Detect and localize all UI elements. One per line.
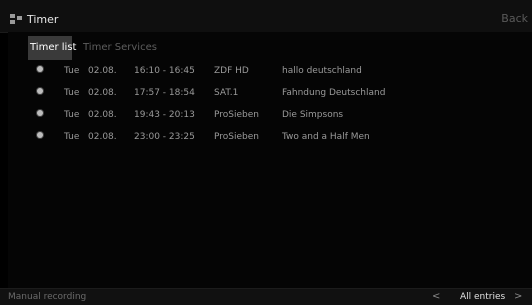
timer-day: Tue (64, 88, 80, 98)
title-bar: Timer Back (0, 0, 532, 33)
timer-channel: ZDF HD (214, 66, 249, 76)
timer-date: 02.08. (88, 66, 117, 76)
timer-channel: ProSieben (214, 110, 259, 120)
manual-recording-button[interactable]: Manual recording (8, 292, 86, 302)
bottom-bar: Manual recording < All entries > (0, 288, 532, 305)
timer-panel: Timer list Timer Services Tue 02.08. 16:… (8, 32, 532, 289)
timer-time: 16:10 - 16:45 (134, 66, 195, 76)
timer-date: 02.08. (88, 88, 117, 98)
timer-day: Tue (64, 132, 80, 142)
grid-icon (10, 14, 22, 24)
back-button[interactable]: Back (501, 12, 528, 25)
timer-row[interactable]: Tue 02.08. 16:10 - 16:45 ZDF HD hallo de… (8, 66, 532, 80)
record-dot-icon (37, 132, 43, 138)
timer-title: Die Simpsons (282, 110, 344, 120)
record-dot-icon (37, 66, 43, 72)
timer-date: 02.08. (88, 132, 117, 142)
timer-title: Fahndung Deutschland (282, 88, 386, 98)
record-dot-icon (37, 88, 43, 94)
timer-channel: ProSieben (214, 132, 259, 142)
timer-title: Two and a Half Men (282, 132, 370, 142)
timer-row[interactable]: Tue 02.08. 17:57 - 18:54 SAT.1 Fahndung … (8, 88, 532, 102)
chevron-right-icon[interactable]: > (514, 291, 522, 302)
timer-time: 23:00 - 23:25 (134, 132, 195, 142)
tab-timer-services[interactable]: Timer Services (75, 36, 165, 60)
timer-row[interactable]: Tue 02.08. 19:43 - 20:13 ProSieben Die S… (8, 110, 532, 124)
timer-day: Tue (64, 66, 80, 76)
page-title: Timer (27, 13, 59, 26)
chevron-left-icon[interactable]: < (432, 291, 440, 302)
filter-all-entries[interactable]: All entries (460, 292, 505, 302)
record-dot-icon (37, 110, 43, 116)
timer-title: hallo deutschland (282, 66, 362, 76)
timer-date: 02.08. (88, 110, 117, 120)
timer-channel: SAT.1 (214, 88, 239, 98)
timer-day: Tue (64, 110, 80, 120)
timer-time: 19:43 - 20:13 (134, 110, 195, 120)
timer-row[interactable]: Tue 02.08. 23:00 - 23:25 ProSieben Two a… (8, 132, 532, 146)
tab-timer-list[interactable]: Timer list (28, 36, 76, 60)
timer-time: 17:57 - 18:54 (134, 88, 195, 98)
